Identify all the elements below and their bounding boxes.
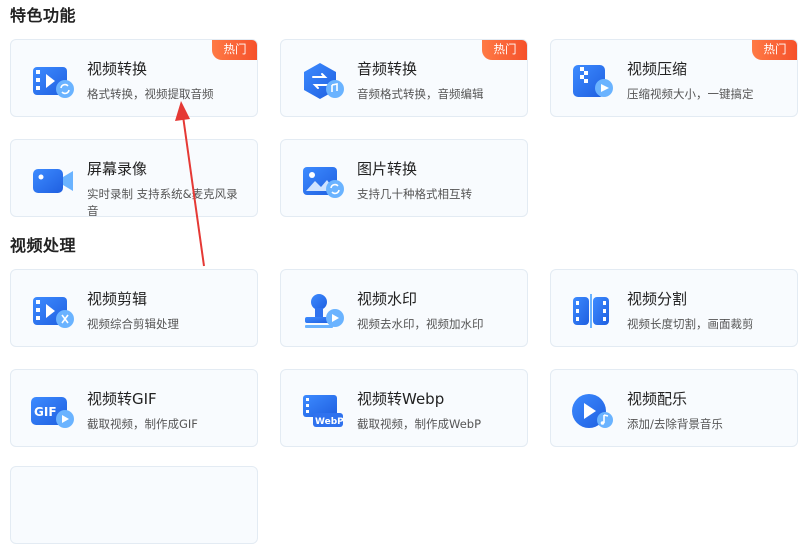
card-title: 视频转换: [87, 60, 148, 78]
section-title-featured: 特色功能: [10, 6, 77, 25]
card-video-convert[interactable]: 视频转换 格式转换，视频提取音频 热门: [10, 39, 258, 117]
video-convert-icon: [29, 61, 77, 101]
image-convert-icon: [299, 161, 347, 201]
card-video-to-gif[interactable]: GIF 视频转GIF 截取视频，制作成GIF: [10, 369, 258, 447]
card-video-split[interactable]: 视频分割 视频长度切割，画面裁剪: [550, 269, 798, 347]
card-desc: 截取视频，制作成WebP: [357, 417, 482, 431]
gif-icon-label: GIF: [34, 405, 57, 419]
video-music-icon: [569, 391, 617, 431]
video-to-gif-icon: GIF: [29, 391, 77, 431]
section-title-processing: 视频处理: [10, 236, 77, 255]
video-split-icon: [569, 291, 617, 331]
card-title: 视频转GIF: [87, 390, 157, 408]
hot-badge: 热门: [752, 40, 797, 60]
card-audio-convert[interactable]: 音频转换 音频格式转换，音频编辑 热门: [280, 39, 528, 117]
card-desc: 视频长度切割，画面裁剪: [627, 317, 754, 331]
card-title: 视频转Webp: [357, 390, 445, 408]
card-video-watermark[interactable]: 视频水印 视频去水印，视频加水印: [280, 269, 528, 347]
video-cut-icon: [29, 291, 77, 331]
card-desc: 添加/去除背景音乐: [627, 417, 723, 431]
video-compress-icon: [569, 61, 617, 101]
card-video-music[interactable]: 视频配乐 添加/去除背景音乐: [550, 369, 798, 447]
card-title: 屏幕录像: [87, 160, 148, 178]
card-desc: 截取视频，制作成GIF: [87, 417, 198, 431]
card-screen-record[interactable]: 屏幕录像 实时录制 支持系统&麦克风录音: [10, 139, 258, 217]
card-desc: 压缩视频大小，一键搞定: [627, 87, 754, 101]
card-title: 视频剪辑: [87, 290, 148, 308]
card-partial[interactable]: [10, 466, 258, 544]
video-watermark-icon: [299, 291, 347, 331]
webp-icon-label: WebP: [315, 417, 344, 427]
card-image-convert[interactable]: 图片转换 支持几十种格式相互转: [280, 139, 528, 217]
screen-record-icon: [29, 161, 77, 201]
card-desc: 音频格式转换，音频编辑: [357, 87, 484, 101]
card-title: 图片转换: [357, 160, 418, 178]
hot-badge: 热门: [482, 40, 527, 60]
card-desc: 支持几十种格式相互转: [357, 187, 472, 201]
card-title: 音频转换: [357, 60, 418, 78]
card-title: 视频压缩: [627, 60, 688, 78]
video-to-webp-icon: WebP: [299, 391, 347, 431]
card-desc: 实时录制 支持系统&麦克风录音: [87, 187, 238, 217]
card-title: 视频分割: [627, 290, 688, 308]
card-video-compress[interactable]: 视频压缩 压缩视频大小，一键搞定 热门: [550, 39, 798, 117]
card-video-cut[interactable]: 视频剪辑 视频综合剪辑处理: [10, 269, 258, 347]
card-title: 视频水印: [357, 290, 418, 308]
card-desc: 视频综合剪辑处理: [87, 317, 179, 331]
card-desc: 视频去水印，视频加水印: [357, 317, 484, 331]
hot-badge: 热门: [212, 40, 257, 60]
audio-convert-icon: [299, 61, 347, 101]
card-title: 视频配乐: [627, 390, 688, 408]
card-desc: 格式转换，视频提取音频: [87, 87, 214, 101]
card-video-to-webp[interactable]: WebP 视频转Webp 截取视频，制作成WebP: [280, 369, 528, 447]
